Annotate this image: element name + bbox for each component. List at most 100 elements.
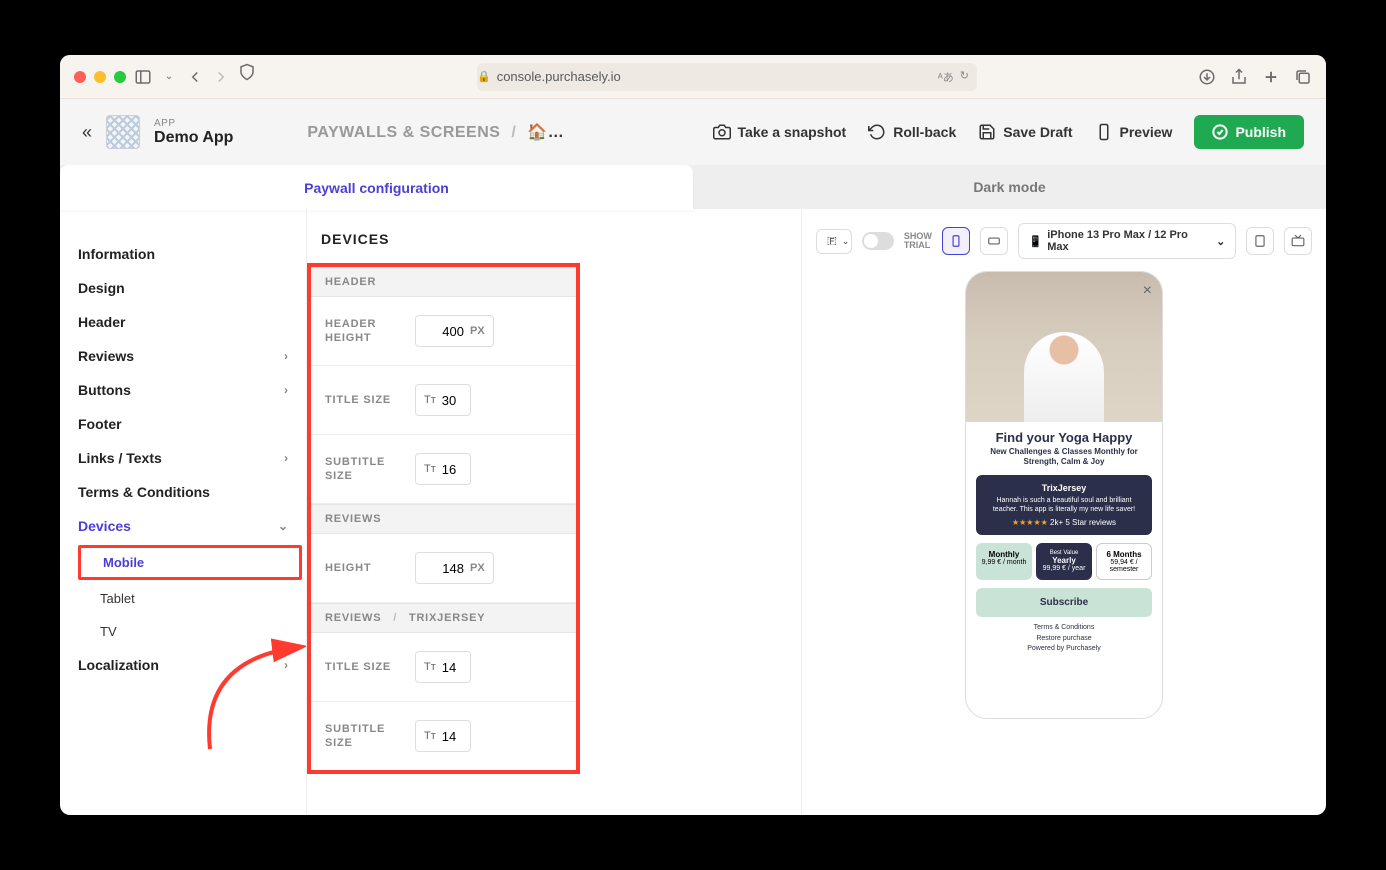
restore-link[interactable]: Restore purchase [976, 634, 1152, 645]
subtitle-size-input[interactable] [442, 462, 464, 477]
review-title-size-field[interactable]: Tᴛ [415, 651, 471, 683]
sidebar-item-localization[interactable]: Localization› [60, 648, 306, 682]
reviews-height-input[interactable] [424, 561, 464, 576]
phone-icon [1095, 123, 1113, 141]
traffic-lights [74, 71, 126, 83]
close-icon[interactable]: × [1143, 282, 1152, 300]
tablet-preview-button[interactable] [1246, 227, 1274, 255]
review-title-size-label: TITLE SIZE [325, 660, 403, 674]
locale-selector[interactable]: 🇫 ⌄ [816, 229, 852, 254]
review-subtitle-size-input[interactable] [442, 729, 464, 744]
sidebar-toggle-icon[interactable] [134, 68, 152, 86]
subtitle-size-field[interactable]: Tᴛ [415, 453, 471, 485]
tab-dark-mode[interactable]: Dark mode [693, 165, 1326, 209]
device-selector[interactable]: 📱 iPhone 13 Pro Max / 12 Pro Max ⌄ [1018, 223, 1237, 259]
close-window-button[interactable] [74, 71, 86, 83]
sidebar-item-footer[interactable]: Footer [60, 407, 306, 441]
text-size-icon: Tᴛ [424, 730, 436, 742]
powered-by-label: Powered by Purchasely [976, 644, 1152, 655]
forward-button[interactable] [212, 68, 230, 86]
sidebar-item-terms[interactable]: Terms & Conditions [60, 475, 306, 509]
snapshot-label: Take a snapshot [738, 124, 847, 140]
tv-preview-button[interactable] [1284, 227, 1312, 255]
sidebar-item-header-section[interactable]: Header [60, 305, 306, 339]
lock-icon: 🔒 [477, 70, 491, 83]
chevron-right-icon: › [284, 383, 288, 397]
header-height-label: HEADER HEIGHT [325, 317, 403, 346]
header-section-heading: HEADER [311, 267, 576, 297]
subscribe-button[interactable]: Subscribe [976, 588, 1152, 617]
save-draft-label: Save Draft [1003, 124, 1072, 140]
sidebar-item-information[interactable]: Information [60, 237, 306, 271]
rollback-button[interactable]: Roll-back [868, 123, 956, 141]
maximize-window-button[interactable] [114, 71, 126, 83]
chevron-right-icon: › [284, 451, 288, 465]
share-icon[interactable] [1230, 68, 1248, 86]
camera-icon [713, 123, 731, 141]
landscape-view-button[interactable] [980, 227, 1008, 255]
undo-icon [868, 123, 886, 141]
app-header: « APP Demo App PAYWALLS & SCREENS / 🏠… T… [60, 99, 1326, 165]
sidebar-item-reviews[interactable]: Reviews› [60, 339, 306, 373]
preview-button[interactable]: Preview [1095, 123, 1173, 141]
title-size-field[interactable]: Tᴛ [415, 384, 471, 416]
browser-chrome: ⌄ 🔒 console.purchasely.io ᴬあ ↻ [60, 55, 1326, 99]
sidebar-item-links-texts[interactable]: Links / Texts› [60, 441, 306, 475]
star-rating: ★★★★★ 2k+ 5 Star reviews [984, 518, 1144, 527]
tabs-icon[interactable] [1294, 68, 1312, 86]
title-size-input[interactable] [442, 393, 464, 408]
preview-label: Preview [1120, 124, 1173, 140]
sidebar-item-buttons[interactable]: Buttons› [60, 373, 306, 407]
header-height-field[interactable]: PX [415, 315, 494, 347]
translate-icon[interactable]: ᴬあ [938, 69, 954, 85]
reviews-breadcrumb-heading: REVIEWS / TRIXJERSEY [311, 603, 576, 633]
review-title-size-input[interactable] [442, 660, 464, 675]
new-tab-icon[interactable] [1262, 68, 1280, 86]
preview-panel: 🇫 ⌄ SHOWTRIAL 📱 iPhone 13 Pro Max / 12 P… [802, 209, 1326, 815]
app-title: APP Demo App [154, 118, 233, 147]
shield-icon[interactable] [238, 63, 256, 81]
show-trial-label: SHOWTRIAL [904, 232, 932, 250]
config-tabs: Paywall configuration Dark mode [60, 165, 1326, 209]
sidebar-item-design[interactable]: Design [60, 271, 306, 305]
reviews-crumb-a: REVIEWS [325, 612, 381, 624]
subtitle-size-label: SUBTITLE SIZE [325, 455, 403, 484]
review-title-size-row: TITLE SIZE Tᴛ [311, 633, 576, 702]
review-card: TrixJersey Hannah is such a beautiful so… [976, 475, 1152, 535]
publish-button[interactable]: Publish [1194, 115, 1304, 149]
header-actions: Take a snapshot Roll-back Save Draft Pre… [713, 115, 1304, 149]
terms-link[interactable]: Terms & Conditions [976, 623, 1152, 634]
back-button[interactable] [186, 68, 204, 86]
px-suffix: PX [470, 562, 485, 574]
plan-yearly[interactable]: Best ValueYearly99,99 € / year [1036, 543, 1092, 580]
annotation-highlight-box: HEADER HEADER HEIGHT PX TITLE SIZE Tᴛ [307, 263, 580, 774]
minimize-window-button[interactable] [94, 71, 106, 83]
chevron-right-icon: › [284, 658, 288, 672]
plan-monthly[interactable]: Monthly9,99 € / month [976, 543, 1032, 580]
sidebar-item-tablet[interactable]: Tablet [60, 582, 306, 615]
show-trial-toggle[interactable] [862, 232, 894, 250]
sidebar-item-tv[interactable]: TV [60, 615, 306, 648]
reviews-height-field[interactable]: PX [415, 552, 494, 584]
plan-six-months[interactable]: 6 Months59,94 € / semester [1096, 543, 1152, 580]
portrait-view-button[interactable] [942, 227, 970, 255]
sidebar-item-devices[interactable]: Devices⌄ [60, 509, 306, 543]
app-name: Demo App [154, 129, 233, 147]
chevron-down-icon[interactable]: ⌄ [160, 68, 178, 86]
url-text: console.purchasely.io [497, 69, 621, 84]
app-icon [106, 115, 140, 149]
save-draft-button[interactable]: Save Draft [978, 123, 1072, 141]
review-author: TrixJersey [984, 483, 1144, 493]
take-snapshot-button[interactable]: Take a snapshot [713, 123, 847, 141]
downloads-icon[interactable] [1198, 68, 1216, 86]
sidebar-item-mobile[interactable]: Mobile [78, 545, 302, 580]
tab-paywall-configuration[interactable]: Paywall configuration [60, 165, 693, 210]
review-subtitle-size-row: SUBTITLE SIZE Tᴛ [311, 702, 576, 770]
address-bar[interactable]: 🔒 console.purchasely.io ᴬあ ↻ [477, 63, 977, 91]
collapse-sidebar-button[interactable]: « [82, 122, 92, 143]
main-content: Information Design Header Reviews› Butto… [60, 209, 1326, 815]
review-subtitle-size-field[interactable]: Tᴛ [415, 720, 471, 752]
refresh-icon[interactable]: ↻ [960, 69, 969, 85]
reviews-height-row: HEIGHT PX [311, 534, 576, 603]
header-height-input[interactable] [424, 324, 464, 339]
